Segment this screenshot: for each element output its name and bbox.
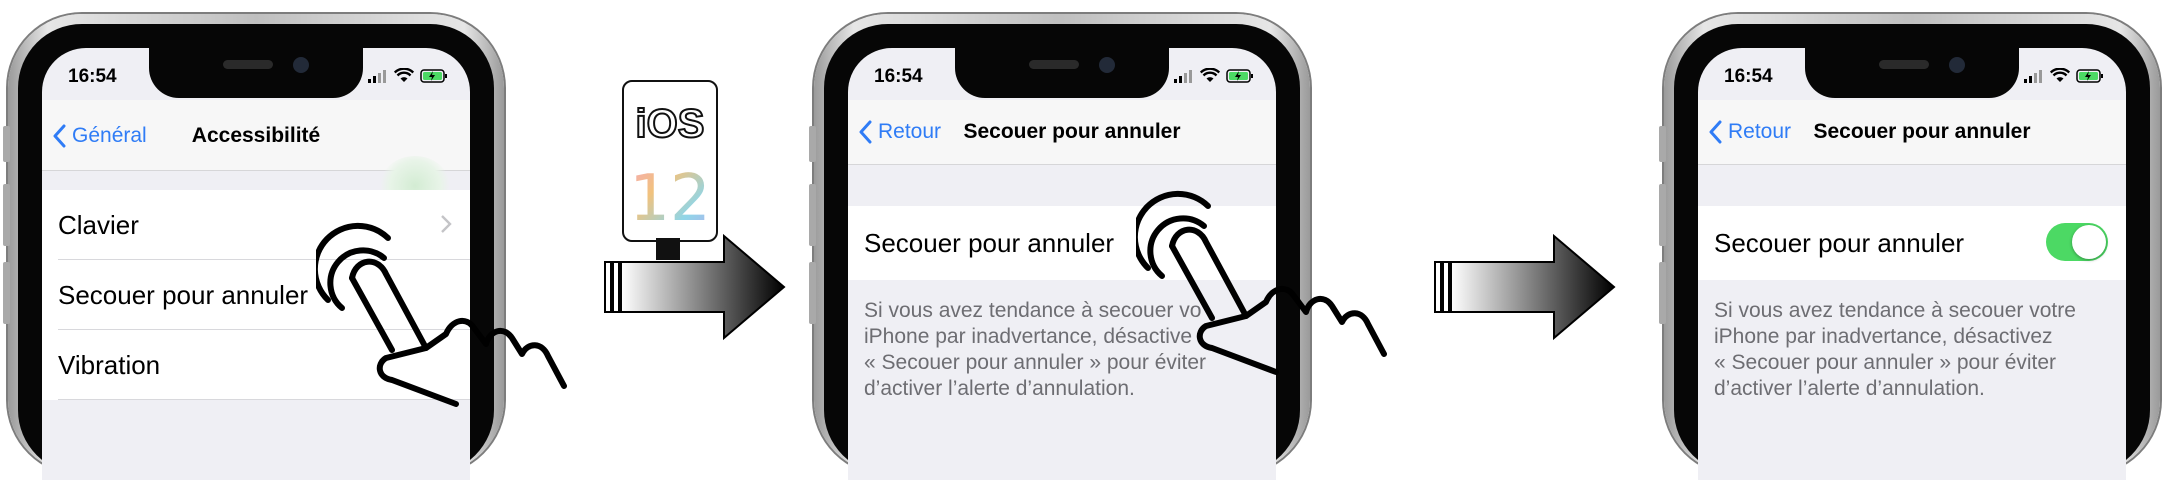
arrow-right-icon — [1434, 233, 1616, 341]
signal-icon — [368, 69, 386, 83]
footer-line: Si vous avez tendance à secouer votre — [1714, 299, 2076, 322]
shake-undo-toggle[interactable] — [2046, 223, 2108, 261]
status-time: 16:54 — [874, 66, 923, 87]
nav-bar: Retour Secouer pour annuler — [848, 100, 1276, 165]
battery-charging-icon — [1226, 68, 1253, 83]
signal-icon — [1174, 69, 1192, 83]
tap-hand-icon — [1136, 190, 1387, 375]
signal-icon — [2024, 69, 2042, 83]
wifi-icon — [1200, 68, 1220, 82]
footer-line: d’activer l’alerte d’annulation. — [1714, 377, 1985, 400]
setting-label: Secouer pour annuler — [864, 227, 1115, 258]
list-item-label: Clavier — [58, 209, 139, 240]
notch — [149, 48, 363, 98]
setting-row-shake-undo[interactable]: Secouer pour annuler — [1698, 206, 2126, 280]
status-time: 16:54 — [68, 66, 117, 87]
arrow-right-icon — [604, 233, 786, 341]
battery-charging-icon — [420, 68, 447, 83]
ios-label: iOS — [635, 101, 706, 147]
list-item-label: Vibration — [58, 349, 161, 380]
wifi-icon — [2050, 68, 2070, 82]
ios-badge: iOS 12 — [622, 80, 718, 242]
setting-label: Secouer pour annuler — [1714, 227, 1965, 258]
page-title: Accessibilité — [191, 124, 321, 147]
status-time: 16:54 — [1724, 66, 1773, 87]
notch — [955, 48, 1169, 98]
phone-frame-3: 16:54 Retour Secouer pour annuler Secoue… — [1659, 14, 2160, 480]
ios-version: 12 — [624, 162, 716, 236]
screen-shake-undo-on: 16:54 Retour Secouer pour annuler Secoue… — [1698, 48, 2126, 480]
footer-line: « Secouer pour annuler » pour éviter — [1714, 351, 2057, 374]
wifi-icon — [394, 68, 414, 82]
page-title: Secouer pour annuler — [1813, 120, 2031, 143]
toggle-knob — [2072, 225, 2106, 259]
battery-charging-icon — [2076, 68, 2103, 83]
footer-line: d’activer l’alerte d’annulation. — [864, 377, 1135, 400]
nav-bar: Général Accessibilité — [42, 100, 470, 216]
footer-line: iPhone par inadvertance, désactivez — [1714, 325, 2053, 348]
tap-hand-icon — [316, 222, 567, 407]
nav-bar: Retour Secouer pour annuler — [1698, 100, 2126, 165]
page-title: Secouer pour annuler — [963, 120, 1181, 143]
list-item-label: Secouer pour annuler — [58, 279, 309, 310]
notch — [1805, 48, 2019, 98]
